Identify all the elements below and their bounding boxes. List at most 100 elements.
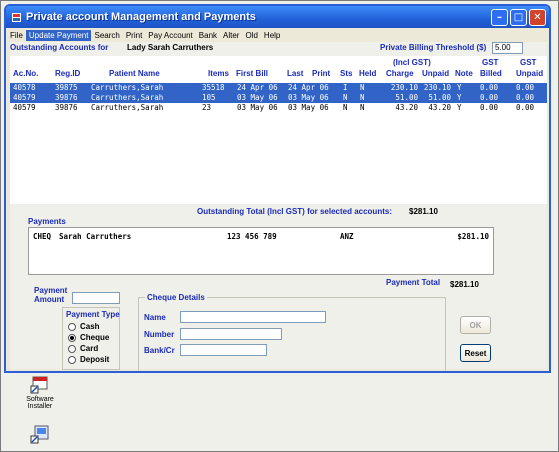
col-sts[interactable]: Sts: [340, 69, 352, 78]
cell-unpaid: 43.20: [428, 103, 451, 112]
table-row[interactable]: 40579 39876 Carruthers,Sarah 23 03 May 0…: [10, 103, 547, 113]
accounts-table[interactable]: (Incl GST) GST GST Ac.No. Reg.ID Patient…: [10, 56, 547, 204]
outstanding-total-label: Outstanding Total (Incl GST) for selecte…: [197, 207, 392, 216]
cell-items: 23: [202, 103, 212, 112]
col-items[interactable]: Items: [208, 69, 229, 78]
cell-held: N: [360, 103, 365, 112]
col-first-bill[interactable]: First Bill: [236, 69, 268, 78]
menu-alter[interactable]: Alter: [220, 30, 242, 41]
gst-header: GST: [482, 58, 499, 67]
radio-cash[interactable]: Cash: [68, 322, 100, 331]
ok-button[interactable]: OK: [460, 316, 491, 334]
cheque-bank-input[interactable]: [180, 344, 267, 356]
cell-last: 03 May 06: [288, 93, 329, 102]
desktop-icon-software-installer[interactable]: Software Installer: [20, 374, 60, 410]
cell-unpaid: 51.00: [428, 93, 451, 102]
installer-icon: [30, 374, 50, 394]
payment-amount-input[interactable]: [72, 292, 120, 304]
payment-bank: ANZ: [340, 232, 354, 241]
cell-unpaid: 230.10: [423, 83, 451, 92]
outstanding-label: Outstanding Accounts for: [10, 43, 109, 52]
payment-amount: $281.10: [457, 232, 489, 241]
radio-label: Card: [80, 344, 99, 353]
radio-button-icon[interactable]: [68, 355, 76, 364]
col-patient-name[interactable]: Patient Name: [109, 69, 160, 78]
menu-search[interactable]: Search: [91, 30, 122, 41]
radio-deposit[interactable]: Deposit: [68, 355, 109, 364]
col-print[interactable]: Print: [312, 69, 330, 78]
col-regid[interactable]: Reg.ID: [55, 69, 80, 78]
cell-note: Y: [457, 93, 462, 102]
radio-button-selected-icon[interactable]: [68, 333, 76, 342]
cell-items: 105: [202, 93, 216, 102]
cell-first: 03 May 06: [237, 93, 278, 102]
cell-first: 24 Apr 06: [237, 83, 278, 92]
menu-old[interactable]: Old: [242, 30, 260, 41]
cell-regid: 39875: [55, 83, 78, 92]
cell-last: 03 May 06: [288, 103, 329, 112]
payment-method: CHEQ: [33, 232, 52, 241]
app-window: Private account Management and Payments …: [4, 4, 551, 373]
cell-name: Carruthers,Sarah: [91, 93, 164, 102]
cell-name: Carruthers,Sarah: [91, 83, 164, 92]
patient-name: Lady Sarah Carruthers: [127, 43, 214, 52]
radio-cheque[interactable]: Cheque: [68, 333, 109, 342]
title-bar[interactable]: Private account Management and Payments …: [6, 6, 549, 28]
radio-label: Deposit: [80, 355, 110, 364]
col-charge[interactable]: Charge: [386, 69, 414, 78]
col-gst-unpaid[interactable]: Unpaid: [516, 69, 543, 78]
payment-type-title: Payment Type: [66, 310, 120, 319]
accounts-heading: Outstanding Accounts for Lady Sarah Carr…: [10, 42, 547, 54]
col-gst-billed[interactable]: Billed: [480, 69, 502, 78]
cell-gst-unpaid: 0.00: [516, 103, 535, 112]
close-button[interactable]: ✕: [529, 8, 546, 26]
cell-acno: 40579: [13, 103, 36, 112]
cell-note: Y: [457, 83, 462, 92]
menu-bank[interactable]: Bank: [196, 30, 220, 41]
table-row[interactable]: 40578 39875 Carruthers,Sarah 35518 24 Ap…: [10, 83, 547, 93]
col-note[interactable]: Note: [455, 69, 473, 78]
payment-total-value: $281.10: [450, 280, 479, 289]
cell-regid: 39876: [55, 93, 78, 102]
cheque-name-label: Name: [144, 313, 166, 322]
col-last[interactable]: Last: [287, 69, 303, 78]
menu-update-payment[interactable]: Update Payment: [25, 29, 92, 41]
minimize-button[interactable]: –: [491, 8, 508, 26]
cell-first: 03 May 06: [237, 103, 278, 112]
radio-card[interactable]: Card: [68, 344, 98, 353]
cheque-name-input[interactable]: [180, 311, 326, 323]
app-icon: [11, 12, 22, 23]
menu-pay-account[interactable]: Pay Account: [145, 30, 195, 41]
cell-sts: N: [343, 103, 348, 112]
radio-button-icon[interactable]: [68, 344, 76, 353]
cheque-details-title: Cheque Details: [145, 293, 207, 302]
threshold-label: Private Billing Threshold ($): [380, 43, 487, 52]
menu-file[interactable]: File: [7, 30, 26, 41]
cell-gst-billed: 0.00: [480, 93, 499, 102]
cell-regid: 39876: [55, 103, 78, 112]
cell-gst-billed: 0.00: [480, 103, 499, 112]
shortcut-icon: [30, 424, 50, 444]
threshold-input[interactable]: 5.00: [492, 42, 523, 54]
payment-line[interactable]: CHEQ Sarah Carruthers 123 456 789 ANZ $2…: [33, 232, 491, 242]
radio-button-icon[interactable]: [68, 322, 76, 331]
payments-list[interactable]: CHEQ Sarah Carruthers 123 456 789 ANZ $2…: [28, 227, 494, 275]
menu-bar: File Update Payment Search Print Pay Acc…: [6, 28, 549, 42]
desktop-icon-shortcut[interactable]: [20, 424, 60, 446]
maximize-button[interactable]: □: [510, 8, 527, 26]
col-unpaid[interactable]: Unpaid: [422, 69, 449, 78]
cell-name: Carruthers,Sarah: [91, 103, 164, 112]
payments-label: Payments: [28, 217, 66, 226]
menu-help[interactable]: Help: [261, 30, 283, 41]
payment-number: 123 456 789: [227, 232, 277, 241]
payment-total-label: Payment Total: [386, 278, 441, 287]
table-row[interactable]: 40579 39876 Carruthers,Sarah 105 03 May …: [10, 93, 547, 103]
gst-header-2: GST: [520, 58, 537, 67]
reset-button[interactable]: Reset: [460, 344, 491, 362]
col-acno[interactable]: Ac.No.: [13, 69, 38, 78]
cheque-number-input[interactable]: [180, 328, 282, 340]
col-held[interactable]: Held: [359, 69, 376, 78]
menu-print[interactable]: Print: [123, 30, 145, 41]
desktop-icon-label: Software Installer: [26, 396, 54, 410]
cell-gst-unpaid: 0.00: [516, 93, 535, 102]
